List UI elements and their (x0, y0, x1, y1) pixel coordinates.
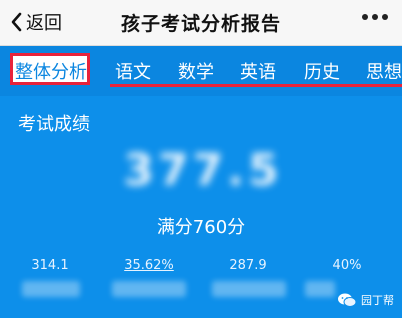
stat-value: 40% (332, 258, 362, 273)
full-mark-label: 满分760分 (156, 217, 246, 238)
tab-politics[interactable]: 思想 (366, 58, 402, 84)
total-score: 377.5 (123, 144, 283, 196)
stat-label-redacted (112, 281, 186, 297)
wechat-icon (338, 293, 357, 307)
more-button[interactable] (362, 14, 388, 20)
stat-value: 287.9 (229, 258, 267, 273)
stat-label-redacted (212, 281, 286, 297)
page-title: 孩子考试分析报告 (120, 13, 281, 35)
more-dots-icon (362, 14, 368, 20)
tab-english[interactable]: 英语 (240, 58, 276, 84)
watermark: 园丁帮 (337, 290, 394, 310)
tab-underline (110, 84, 402, 87)
watermark-text: 园丁帮 (361, 294, 394, 307)
section-title: 考试成绩 (18, 114, 90, 135)
stat-label-redacted (305, 281, 335, 297)
stat-value: 314.1 (31, 258, 69, 273)
stat-label-redacted (22, 281, 80, 297)
tab-math[interactable]: 数学 (178, 58, 214, 84)
stat-value: 35.62% (124, 258, 174, 273)
tab-overall-analysis[interactable]: 整体分析 (15, 58, 87, 84)
tab-chinese[interactable]: 语文 (115, 58, 151, 84)
title-bar: 返回 孩子考试分析报告 (0, 0, 402, 46)
tab-history[interactable]: 历史 (304, 58, 340, 84)
